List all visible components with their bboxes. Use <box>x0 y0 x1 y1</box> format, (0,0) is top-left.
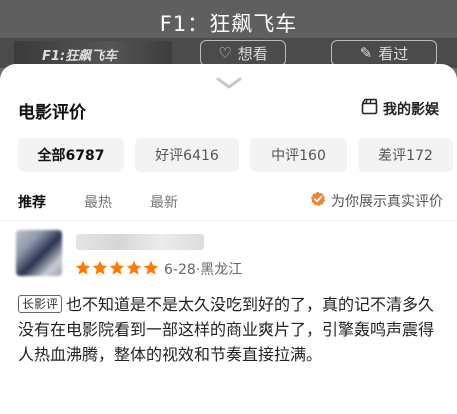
star-icon <box>126 260 142 275</box>
watched-button[interactable]: ✎ 看过 <box>331 40 437 66</box>
star-icon <box>143 260 159 275</box>
section-title: 电影评价 <box>18 103 86 123</box>
rating-filters: 全部6787 好评6416 中评160 差评172 <box>18 138 453 172</box>
true-review-notice[interactable]: 为你展示真实评价 <box>310 191 443 211</box>
star-icon <box>109 260 125 275</box>
poster-caption: F1:狂飙飞车 <box>42 48 118 64</box>
seen-label: 看过 <box>378 44 409 63</box>
clapperboard-icon <box>361 98 378 119</box>
my-yingyu-link[interactable]: 我的影娱 <box>361 98 439 119</box>
want-label: 想看 <box>237 44 268 63</box>
heart-icon: ♡ <box>218 44 232 62</box>
filter-negative[interactable]: 差评172 <box>358 138 453 172</box>
star-icon <box>92 260 108 275</box>
review-sheet: 电影评价 我的影娱 全部6787 好评6416 中评160 差评172 推荐 最… <box>0 64 457 414</box>
filter-all[interactable]: 全部6787 <box>18 138 124 172</box>
review-body[interactable]: 长影评 也不知道是不是太久没吃到好的了，真的记不清多久没有在电影院看到一部这样的商… <box>18 292 446 367</box>
rating-stars <box>75 260 159 276</box>
want-to-watch-button[interactable]: ♡ 想看 <box>200 40 286 66</box>
long-review-tag: 长影评 <box>18 295 63 313</box>
tab-recommended[interactable]: 推荐 <box>18 192 46 212</box>
tab-newest[interactable]: 最新 <box>150 192 178 212</box>
star-icon <box>75 260 91 275</box>
filter-neutral[interactable]: 中评160 <box>250 138 347 172</box>
review-text: 也不知道是不是太久没吃到好的了，真的记不清多久没有在电影院看到一部这样的商业爽片… <box>18 295 435 364</box>
review-date-location: 6-28·黑龙江 <box>164 262 243 278</box>
edit-icon: ✎ <box>359 44 373 62</box>
true-review-label: 为你展示真实评价 <box>331 194 443 210</box>
filter-positive[interactable]: 好评6416 <box>135 138 239 172</box>
my-link-label: 我的影娱 <box>383 101 439 118</box>
sort-tabs: 推荐 最热 最新 <box>18 192 216 212</box>
movie-title: F1：狂飙飞车 <box>159 12 298 36</box>
chevron-down-icon[interactable] <box>216 74 242 93</box>
username-redacted[interactable] <box>76 234 204 250</box>
tab-hottest[interactable]: 最热 <box>84 192 112 212</box>
divider <box>0 220 457 221</box>
verified-badge-icon <box>310 191 326 211</box>
avatar[interactable] <box>16 230 62 276</box>
